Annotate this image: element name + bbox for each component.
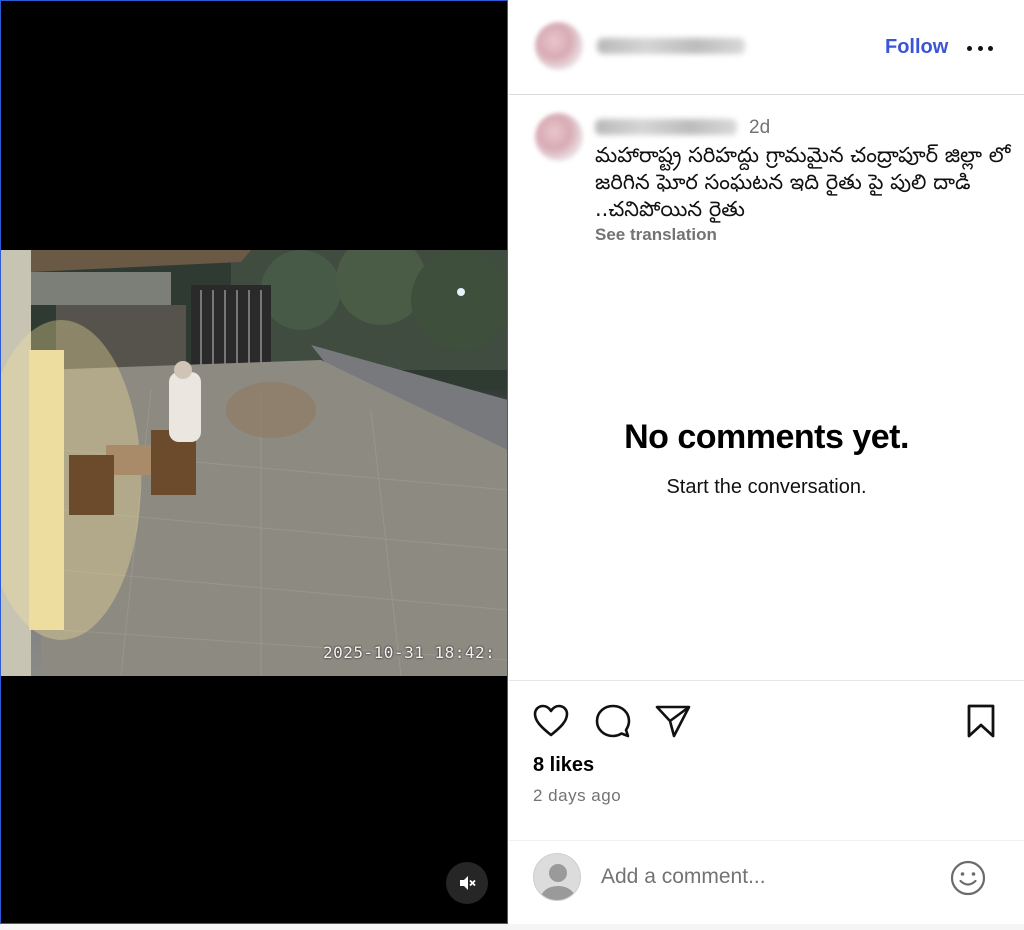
paper-plane-icon	[655, 705, 691, 738]
emoji-button[interactable]	[949, 859, 987, 902]
speaker-muted-icon	[460, 876, 476, 890]
see-translation-link[interactable]: See translation	[595, 225, 717, 245]
no-comments-subtitle: Start the conversation.	[666, 476, 867, 498]
cctv-scene	[1, 250, 507, 676]
bookmark-icon	[967, 704, 995, 738]
post-date[interactable]: 2 days ago	[533, 786, 621, 806]
video-frame[interactable]: 2025-10-31 18:42:	[1, 250, 507, 676]
post-header: suryavamsi41 Follow	[509, 0, 1024, 95]
mute-button[interactable]	[446, 862, 488, 904]
caption-text: మహారాష్ట్ర సరిహద్దు గ్రామమైన చంద్రాపూర్ …	[595, 143, 1011, 221]
emoji-icon	[950, 860, 986, 896]
divider	[509, 680, 1024, 681]
comment-button[interactable]	[595, 703, 631, 744]
current-user-avatar	[533, 853, 581, 901]
comment-bubble-icon	[595, 704, 631, 738]
more-options-icon[interactable]	[967, 46, 993, 52]
caption-time[interactable]: 2d	[749, 117, 770, 139]
author-avatar[interactable]	[535, 22, 583, 70]
no-comments-title: No comments yet.	[624, 418, 909, 456]
save-button[interactable]	[966, 703, 996, 744]
post-panel: suryavamsi41 Follow suryavamsi41 2d మహార…	[509, 0, 1024, 930]
follow-button[interactable]: Follow	[885, 36, 948, 59]
page-bottom-border	[0, 924, 1024, 930]
author-username[interactable]: suryavamsi41	[597, 38, 745, 54]
add-comment-row	[509, 840, 1024, 924]
heart-icon	[533, 704, 569, 737]
share-button[interactable]	[655, 704, 691, 743]
like-button[interactable]	[533, 704, 569, 743]
video-timestamp: 2025-10-31 18:42:	[323, 643, 496, 662]
comment-input[interactable]	[601, 865, 921, 889]
post-media[interactable]: 2025-10-31 18:42:	[0, 0, 508, 924]
caption-author-username[interactable]: suryavamsi41	[595, 119, 737, 135]
likes-count[interactable]: 8 likes	[533, 754, 594, 777]
default-avatar-icon	[541, 864, 575, 900]
caption-author-avatar[interactable]	[535, 113, 583, 161]
